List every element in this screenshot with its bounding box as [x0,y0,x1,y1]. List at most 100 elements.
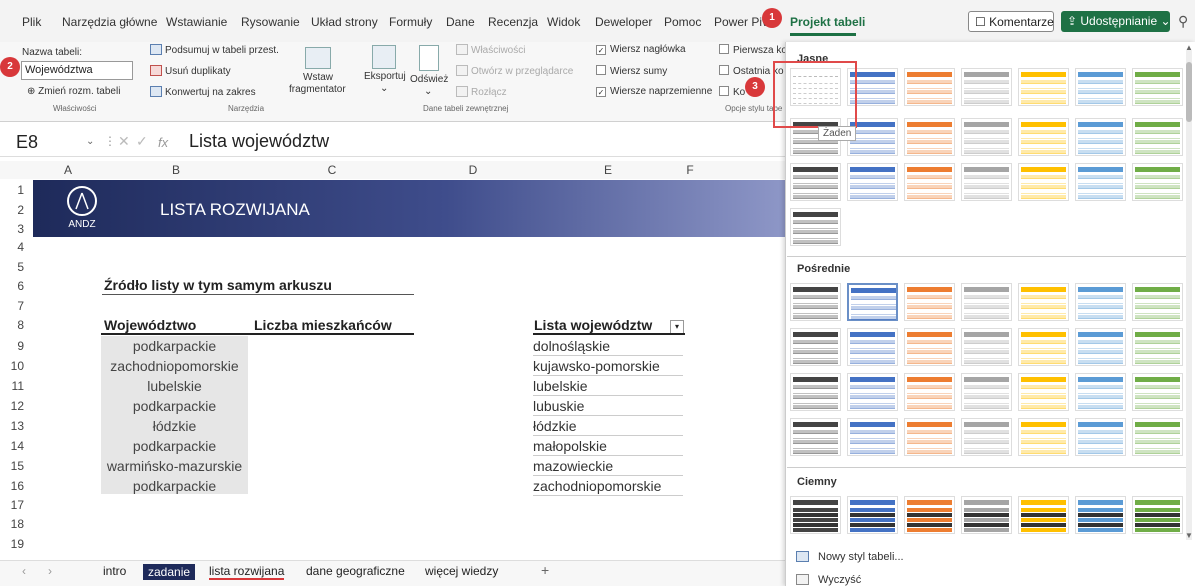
row-header[interactable]: 16 [10,479,24,493]
add-sheet-button[interactable]: + [541,562,549,578]
sheet-tab-lista-rozwijana[interactable]: lista rozwijana [209,564,285,580]
tab-widok[interactable]: Widok [547,15,580,29]
row-header[interactable]: 13 [10,419,24,433]
table-style-swatch[interactable] [1018,496,1069,534]
name-box-chevron-icon[interactable]: ⌄ [86,136,94,147]
table-style-swatch[interactable] [1075,418,1126,456]
table-style-swatch[interactable] [904,118,955,156]
name-box[interactable]: E8 [16,132,38,153]
resize-table-button[interactable]: ⊕ Zmień rozm. tabeli [27,86,120,97]
tab-deweloper[interactable]: Deweloper [595,15,652,29]
share-button[interactable]: ⇪ Udostępnianie ⌄ [1061,11,1171,32]
banded-columns-checkbox[interactable]: Ko [719,86,745,98]
column-header[interactable]: B [158,163,194,179]
table-style-swatch[interactable] [847,373,898,411]
table-style-swatch[interactable] [1075,118,1126,156]
table-name-input[interactable]: Województwa [21,61,133,80]
source-list-item[interactable]: podkarpackie [101,398,248,414]
source-list-item[interactable]: podkarpackie [101,478,248,494]
row-header[interactable]: 2 [10,203,24,217]
table-style-swatch[interactable] [961,283,1012,321]
source-list-item[interactable]: lubelskie [101,378,248,394]
table-style-swatch[interactable] [1132,418,1183,456]
table-style-swatch[interactable] [904,163,955,201]
table-style-swatch[interactable] [904,496,955,534]
table-style-swatch[interactable] [1075,496,1126,534]
row-header[interactable]: 17 [10,498,24,512]
first-column-checkbox[interactable]: Pierwsza ko [719,44,787,56]
table-style-swatch[interactable] [790,418,841,456]
row-header[interactable]: 12 [10,399,24,413]
list-item[interactable]: kujawsko-pomorskie [533,358,660,374]
sheet-tab-intro[interactable]: intro [103,564,126,578]
table-style-swatch[interactable] [1075,283,1126,321]
source-list-item[interactable]: warmińsko-mazurskie [101,458,248,474]
table-style-swatch[interactable] [1132,68,1183,106]
row-header[interactable]: 14 [10,439,24,453]
column-header[interactable]: A [50,163,86,179]
table-style-swatch[interactable] [847,496,898,534]
person-icon[interactable]: ⚲ [1178,13,1188,30]
table-style-swatch[interactable] [1132,118,1183,156]
table-style-swatch[interactable] [1018,283,1069,321]
list-item[interactable]: łódzkie [533,418,577,434]
column-header[interactable]: D [455,163,491,179]
row-header[interactable]: 7 [10,299,24,313]
header-lista-wojewodztw[interactable]: Lista województw [534,317,652,333]
tab-plik[interactable]: Plik [22,15,41,29]
table-style-swatch[interactable] [904,418,955,456]
row-header[interactable]: 11 [10,379,24,393]
table-style-swatch[interactable] [1018,118,1069,156]
table-style-swatch[interactable] [961,373,1012,411]
scroll-down-icon[interactable]: ▼ [1185,531,1193,540]
fx-icon[interactable]: fx [158,135,168,150]
table-style-swatch[interactable] [961,418,1012,456]
gallery-scrollbar[interactable] [1186,50,1192,540]
table-style-swatch[interactable] [904,68,955,106]
table-style-swatch[interactable] [961,496,1012,534]
list-item[interactable]: lubuskie [533,398,584,414]
table-style-swatch[interactable] [1075,328,1126,366]
table-style-swatch[interactable] [904,283,955,321]
scroll-left-icon[interactable]: ‹ [22,564,26,578]
refresh-button[interactable]: Odśwież [410,74,448,85]
comments-button[interactable]: ☐ Komentarze [968,11,1054,32]
table-style-swatch[interactable] [790,283,841,321]
total-row-checkbox[interactable]: Wiersz sumy [596,65,667,77]
table-style-swatch[interactable] [1132,163,1183,201]
scroll-up-icon[interactable]: ▲ [1185,43,1193,52]
table-style-swatch[interactable] [1018,373,1069,411]
insert-slicer-line1[interactable]: Wstaw [303,72,333,83]
banded-rows-checkbox[interactable]: ✓ Wiersze naprzemienne [596,86,712,97]
table-style-swatch[interactable] [790,208,841,246]
export-button[interactable]: Eksportuj [364,71,406,82]
column-header[interactable]: F [672,163,708,179]
table-style-swatch[interactable] [1018,68,1069,106]
remove-duplicates-button[interactable]: Usuń duplikaty [150,65,231,77]
convert-to-range-button[interactable]: Konwertuj na zakres [150,86,256,98]
row-header[interactable]: 18 [10,517,24,531]
table-style-swatch[interactable] [1132,496,1183,534]
list-item[interactable]: mazowieckie [533,458,613,474]
header-row-checkbox[interactable]: ✓ Wiersz nagłówka [596,44,686,55]
clear-style-button[interactable]: Wyczyść [796,574,861,586]
row-header[interactable]: 4 [10,240,24,254]
table-style-swatch[interactable] [904,373,955,411]
tab-dane[interactable]: Dane [446,15,475,29]
scroll-right-icon[interactable]: › [48,564,52,578]
column-header[interactable]: C [314,163,350,179]
summarize-pivot-button[interactable]: Podsumuj w tabeli przest. [150,44,279,56]
tab-pomoc[interactable]: Pomoc [664,15,701,29]
list-item[interactable]: zachodniopomorskie [533,478,661,494]
table-style-swatch[interactable] [1132,328,1183,366]
formula-input[interactable]: Lista województw [189,131,329,152]
sheet-tab-dane-geograficzne[interactable]: dane geograficzne [306,564,405,578]
table-style-swatch[interactable] [847,163,898,201]
row-header[interactable]: 6 [10,279,24,293]
tab-recenzja[interactable]: Recenzja [488,15,538,29]
list-item[interactable]: dolnośląskie [533,338,610,354]
header-liczba-mieszkancow[interactable]: Liczba mieszkańców [254,317,392,333]
table-style-swatch[interactable] [1018,328,1069,366]
row-header[interactable]: 10 [10,359,24,373]
row-header[interactable]: 3 [10,222,24,236]
